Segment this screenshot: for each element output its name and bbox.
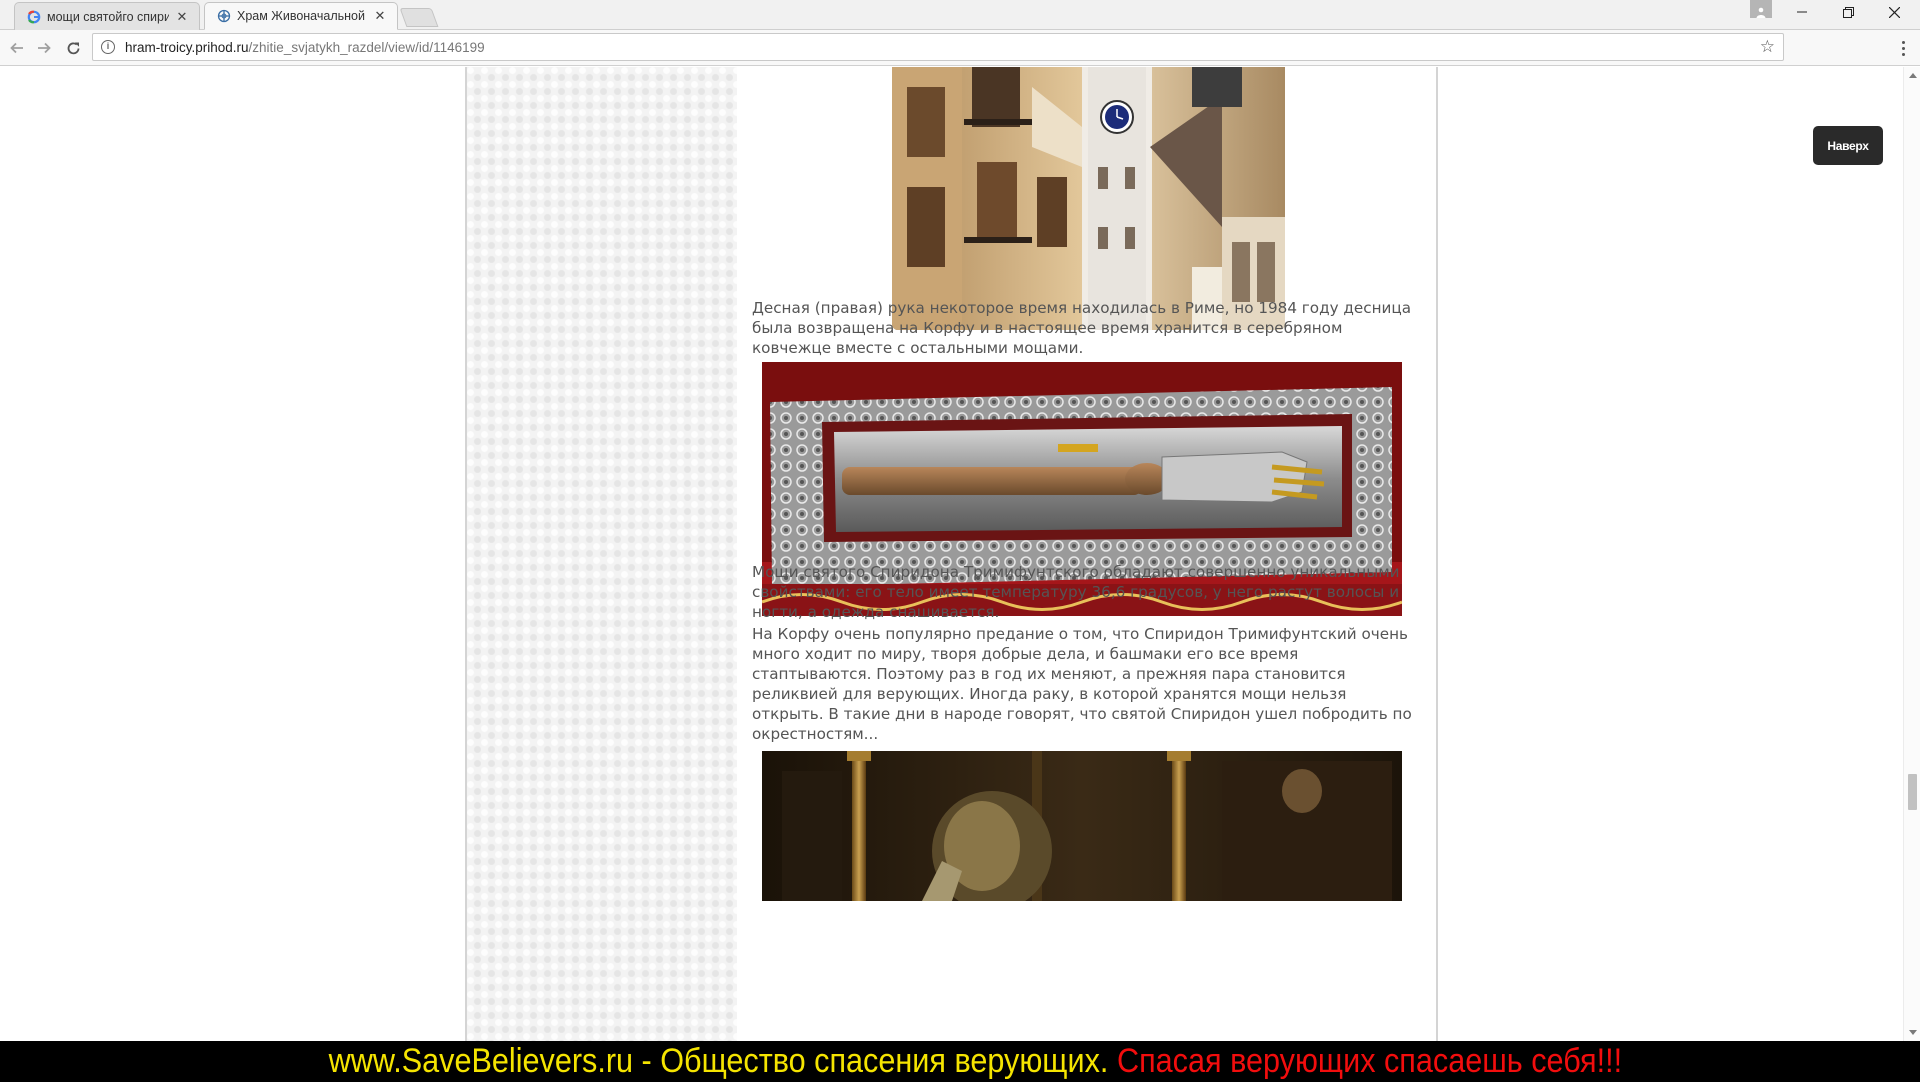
tab-strip: мощи святойго спирид ✕ Храм Живоначально… <box>0 0 1920 30</box>
menu-kebab-icon[interactable] <box>1897 36 1909 60</box>
banner-text-yellow: www.SaveBelievers.ru - Общество спасения… <box>328 1042 1109 1080</box>
url-host: hram-troicy.prihod.ru <box>125 39 249 55</box>
page-viewport: Десная (правая) рука некоторое время нах… <box>0 67 1920 1082</box>
tab-title: мощи святойго спирид <box>47 9 169 24</box>
back-to-top-button[interactable]: Наверх <box>1813 126 1883 165</box>
browser-toolbar: i hram-troicy.prihod.ru/zhitie_svjatykh_… <box>0 30 1920 66</box>
url-path: /zhitie_svjatykh_razdel/view/id/1146199 <box>248 39 485 55</box>
restore-icon[interactable] <box>1826 0 1870 24</box>
page-layout: Десная (правая) рука некоторое время нах… <box>465 67 1438 1082</box>
article-paragraph: Десная (правая) рука некоторое время нах… <box>752 299 1412 357</box>
tab-search[interactable]: мощи святойго спирид ✕ <box>14 2 200 30</box>
tab-title: Храм Живоначальной Т <box>237 9 367 23</box>
google-g-icon <box>27 10 41 24</box>
tab-current[interactable]: Храм Живоначальной Т ✕ <box>204 2 398 30</box>
left-column-pattern <box>467 67 737 1082</box>
minimize-icon[interactable] <box>1780 0 1824 24</box>
bookmark-star-icon[interactable]: ☆ <box>1760 37 1775 57</box>
scroll-up-arrow-icon[interactable] <box>1909 73 1917 78</box>
close-icon[interactable]: ✕ <box>373 8 387 24</box>
article-paragraph: Мощи святого Спиридона Тримифунтского об… <box>752 563 1400 621</box>
scrollbar-thumb[interactable] <box>1908 774 1917 810</box>
article-content: Десная (правая) рука некоторое время нах… <box>752 67 1412 1082</box>
info-icon[interactable]: i <box>101 40 115 54</box>
address-bar[interactable]: i hram-troicy.prihod.ru/zhitie_svjatykh_… <box>92 33 1784 61</box>
profile-icon[interactable] <box>1750 0 1772 18</box>
forward-arrow-icon[interactable] <box>32 36 56 60</box>
savebelievers-banner[interactable]: www.SaveBelievers.ru - Общество спасения… <box>0 1041 1920 1082</box>
site-globe-icon <box>217 9 231 23</box>
new-tab-button[interactable] <box>399 8 439 27</box>
scroll-down-arrow-icon[interactable] <box>1909 1030 1917 1035</box>
photo-shrine-interior <box>762 751 1402 901</box>
close-window-icon[interactable] <box>1872 0 1916 24</box>
banner-text-red: Спасая верующих спасаешь себя!!! <box>1116 1042 1622 1080</box>
page-scrollbar[interactable] <box>1903 67 1920 1041</box>
article-paragraph: На Корфу очень популярно предание о том,… <box>752 625 1412 743</box>
back-arrow-icon[interactable] <box>5 36 29 60</box>
close-icon[interactable]: ✕ <box>175 9 189 25</box>
reload-icon[interactable] <box>61 36 85 60</box>
photo-corfu-street <box>892 67 1285 330</box>
